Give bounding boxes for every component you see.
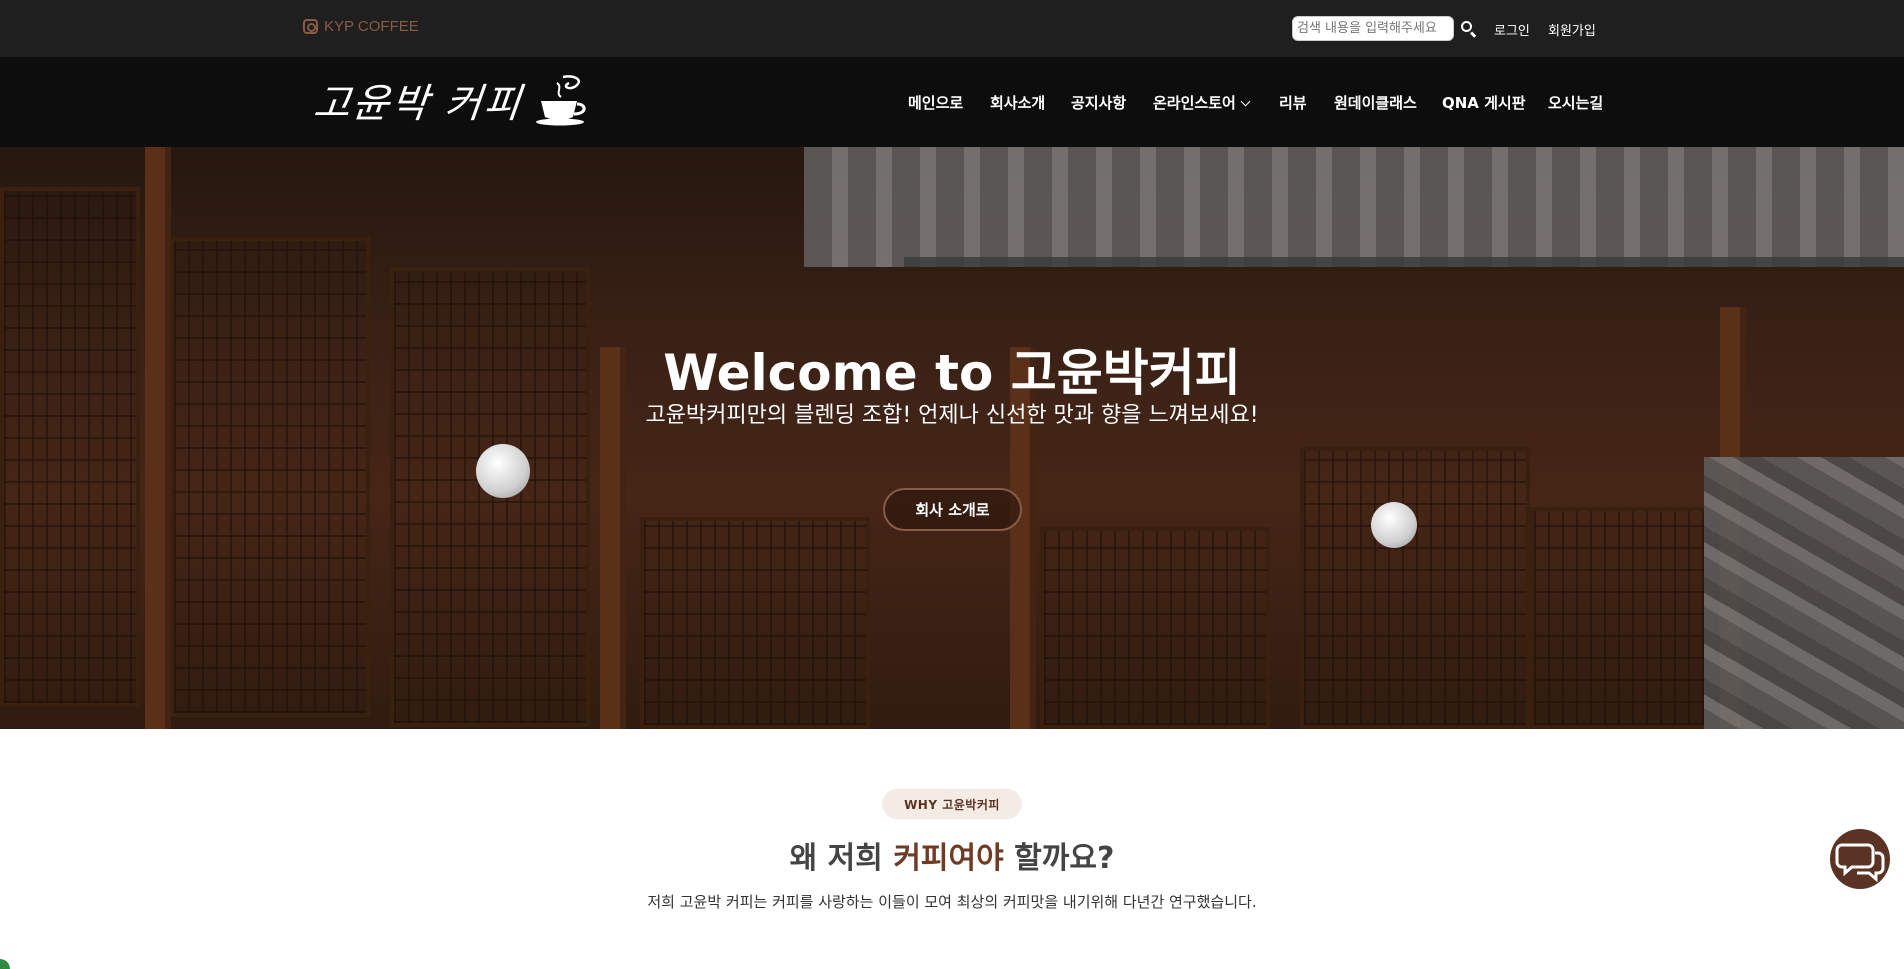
nav-item-main[interactable]: 메인으로 (908, 92, 963, 113)
main-header: 고윤박 커피 메인으로 회사소개 공지사항 온라인스토어 리뷰 원데이클래스 Q… (0, 57, 1904, 147)
section-title-accent: 커피여야 (893, 841, 1004, 876)
section-title-part2: 할까요? (1003, 841, 1115, 876)
logo-text: 고윤박 커피 (311, 81, 525, 127)
section-title-part1: 왜 저희 (789, 841, 894, 876)
instagram-icon (303, 19, 318, 34)
nav-item-notice[interactable]: 공지사항 (1071, 92, 1126, 113)
search-icon[interactable] (1460, 20, 1478, 38)
nav-item-about[interactable]: 회사소개 (990, 92, 1045, 113)
hero-banner: Welcome to 고윤박커피 고윤박커피만의 블렌딩 조합! 언제나 신선한… (0, 147, 1904, 729)
search-bar (1292, 16, 1478, 41)
site-logo[interactable]: 고윤박 커피 (311, 71, 591, 129)
company-intro-button[interactable]: 회사 소개로 (883, 488, 1022, 531)
coffee-cup-icon (535, 75, 586, 126)
section-description: 저희 고윤박 커피는 커피를 사랑하는 이들이 모여 최상의 커피맛을 내기위해… (647, 893, 1257, 911)
hero-subtitle: 고윤박커피만의 블렌딩 조합! 언제나 신선한 맛과 향을 느껴보세요! (645, 403, 1259, 428)
brand-label: KYP COFFEE (324, 18, 419, 35)
nav-item-oneday-class[interactable]: 원데이클래스 (1334, 92, 1417, 113)
section-title: 왜 저희 커피여야 할까요? (0, 833, 1904, 877)
section-badge: WHY 고윤박커피 (882, 789, 1022, 819)
chevron-down-icon (1240, 96, 1251, 107)
chat-button[interactable] (1830, 829, 1890, 889)
corner-decoration (0, 959, 10, 969)
nav-item-review[interactable]: 리뷰 (1279, 92, 1307, 113)
login-link[interactable]: 로그인 (1494, 20, 1530, 39)
nav-item-qna[interactable]: QNA 게시판 (1442, 92, 1526, 113)
nav-item-location[interactable]: 오시는길 (1548, 92, 1603, 113)
chat-bubbles-icon (1835, 843, 1885, 883)
hero-title: Welcome to 고윤박커피 (663, 344, 1241, 402)
search-input[interactable] (1292, 16, 1454, 41)
top-bar: KYP COFFEE 로그인 회원가입 (0, 0, 1904, 57)
instagram-link[interactable]: KYP COFFEE (303, 18, 419, 35)
signup-link[interactable]: 회원가입 (1548, 20, 1596, 39)
nav-item-store-label: 온라인스토어 (1153, 94, 1236, 112)
nav-item-store[interactable]: 온라인스토어 (1153, 92, 1251, 113)
